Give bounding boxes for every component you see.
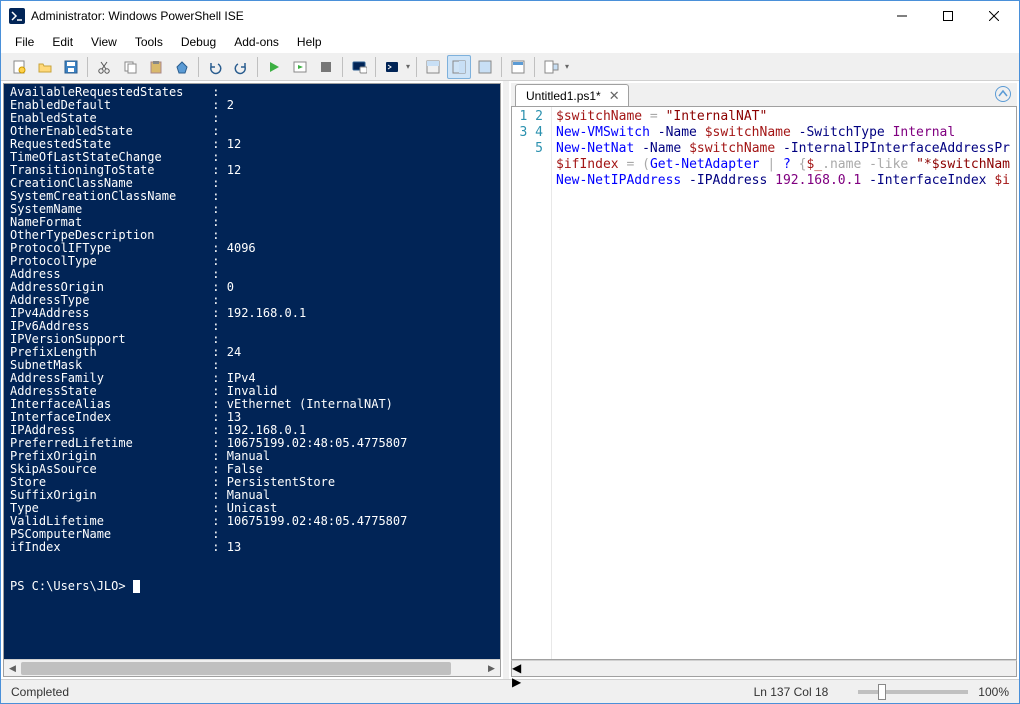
- scroll-right-icon[interactable]: ▶: [512, 675, 1016, 689]
- layout-script-right-icon[interactable]: [447, 55, 471, 79]
- tab-label: Untitled1.ps1*: [526, 89, 601, 103]
- run-icon[interactable]: [262, 55, 286, 79]
- scroll-left-icon[interactable]: ◀: [4, 660, 21, 677]
- maximize-button[interactable]: [925, 1, 971, 31]
- tab-untitled[interactable]: Untitled1.ps1* ✕: [515, 84, 629, 106]
- menu-edit[interactable]: Edit: [44, 33, 81, 51]
- menu-file[interactable]: File: [7, 33, 42, 51]
- splitter[interactable]: [503, 81, 509, 679]
- layout-script-max-icon[interactable]: [473, 55, 497, 79]
- scroll-left-icon[interactable]: ◀: [512, 661, 1016, 675]
- editor-pane: Untitled1.ps1* ✕ 1 2 3 4 5 $switchName =…: [511, 83, 1017, 677]
- paste-icon[interactable]: [144, 55, 168, 79]
- show-command-addon-icon[interactable]: [539, 55, 563, 79]
- redo-icon[interactable]: [229, 55, 253, 79]
- close-button[interactable]: [971, 1, 1017, 31]
- cut-icon[interactable]: [92, 55, 116, 79]
- line-gutter: 1 2 3 4 5: [512, 107, 552, 659]
- layout-script-top-icon[interactable]: [421, 55, 445, 79]
- scrollbar-thumb[interactable]: [21, 662, 451, 675]
- console-hscrollbar[interactable]: ◀ ▶: [4, 659, 500, 676]
- window-title: Administrator: Windows PowerShell ISE: [31, 9, 879, 23]
- close-tab-icon[interactable]: ✕: [607, 88, 622, 104]
- zoom-thumb[interactable]: [878, 684, 886, 700]
- show-command-icon[interactable]: [506, 55, 530, 79]
- scroll-right-icon[interactable]: ▶: [483, 660, 500, 677]
- script-editor[interactable]: 1 2 3 4 5 $switchName = "InternalNAT" Ne…: [511, 107, 1017, 660]
- app-icon: [9, 8, 25, 24]
- zoom-slider[interactable]: [858, 690, 968, 694]
- stop-icon[interactable]: [314, 55, 338, 79]
- titlebar[interactable]: Administrator: Windows PowerShell ISE: [1, 1, 1019, 31]
- console-pane: AvailableRequestedStates : EnabledDefaul…: [3, 83, 501, 677]
- new-icon[interactable]: [7, 55, 31, 79]
- collapse-script-icon[interactable]: [995, 86, 1011, 102]
- powershell-tab-icon[interactable]: [380, 55, 404, 79]
- console-output[interactable]: AvailableRequestedStates : EnabledDefaul…: [4, 84, 500, 659]
- run-selection-icon[interactable]: [288, 55, 312, 79]
- toolbar: ▾ ▾: [1, 53, 1019, 81]
- menu-tools[interactable]: Tools: [127, 33, 171, 51]
- menu-help[interactable]: Help: [289, 33, 330, 51]
- tabstrip: Untitled1.ps1* ✕: [511, 83, 1017, 107]
- clear-icon[interactable]: [170, 55, 194, 79]
- minimize-button[interactable]: [879, 1, 925, 31]
- copy-icon[interactable]: [118, 55, 142, 79]
- remote-icon[interactable]: [347, 55, 371, 79]
- menu-debug[interactable]: Debug: [173, 33, 224, 51]
- dropdown-icon[interactable]: ▾: [404, 62, 412, 71]
- menu-addons[interactable]: Add-ons: [226, 33, 287, 51]
- menubar: File Edit View Tools Debug Add-ons Help: [1, 31, 1019, 53]
- editor-hscrollbar[interactable]: ◀ ▶: [511, 660, 1017, 677]
- menu-view[interactable]: View: [83, 33, 125, 51]
- undo-icon[interactable]: [203, 55, 227, 79]
- code-area[interactable]: $switchName = "InternalNAT" New-VMSwitch…: [552, 107, 1016, 659]
- save-icon[interactable]: [59, 55, 83, 79]
- open-icon[interactable]: [33, 55, 57, 79]
- dropdown-icon[interactable]: ▾: [563, 62, 571, 71]
